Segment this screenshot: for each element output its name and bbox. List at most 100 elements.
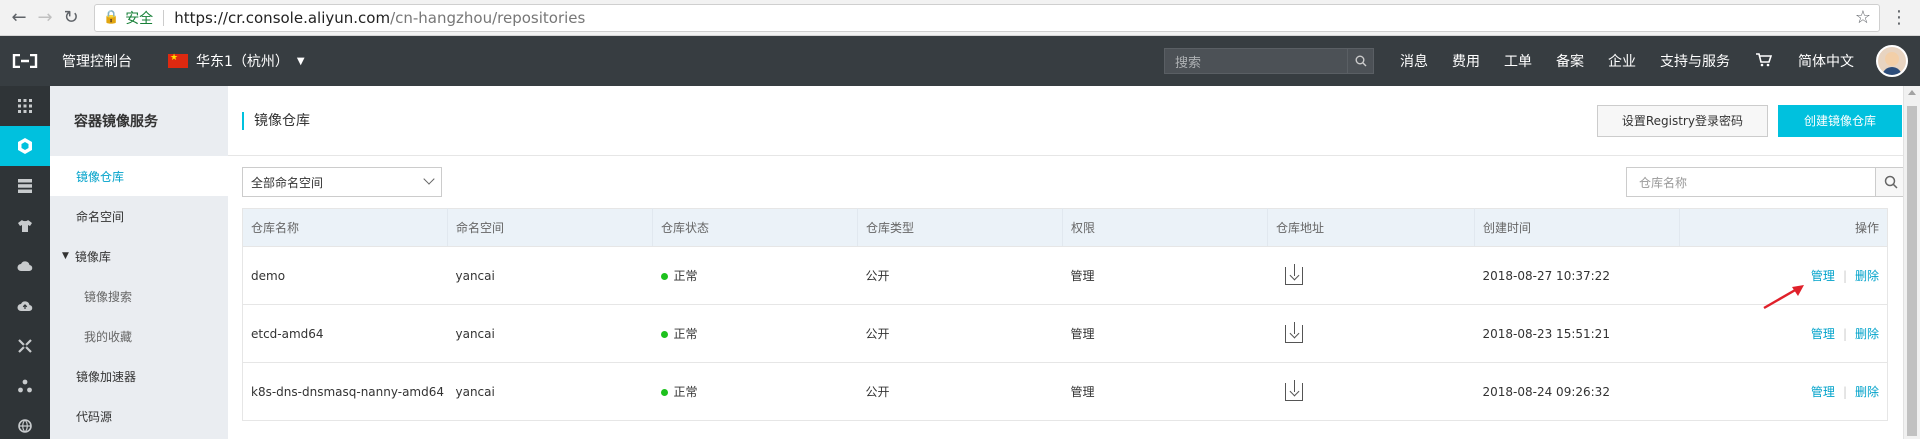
cloud-icon[interactable] [0, 246, 50, 286]
delete-link[interactable]: 删除 [1855, 269, 1879, 283]
page-title: 镜像仓库 [242, 111, 310, 130]
action-divider: | [1842, 269, 1847, 283]
global-search-input[interactable]: 搜索 [1164, 48, 1374, 74]
repo-actions: 管理 | 删除 [1679, 362, 1888, 421]
repo-type: 公开 [857, 246, 1063, 305]
nav-billing[interactable]: 费用 [1440, 51, 1492, 71]
action-divider: | [1842, 385, 1847, 399]
namespace-select-value: 全部命名空间 [251, 175, 324, 190]
bookmark-star-icon[interactable]: ☆ [1855, 7, 1871, 28]
nav-enterprise[interactable]: 企业 [1596, 51, 1648, 71]
col-header-name: 仓库名称 [242, 208, 448, 247]
namespace-select[interactable]: 全部命名空间 [242, 167, 442, 197]
set-registry-password-button[interactable]: 设置Registry登录密码 [1596, 104, 1768, 137]
repo-name: etcd-amd64 [242, 304, 448, 363]
back-icon[interactable]: ← [8, 7, 30, 29]
search-icon[interactable] [1875, 168, 1905, 196]
page-header: 镜像仓库 设置Registry登录密码 创建镜像仓库 [228, 86, 1920, 156]
global-search-placeholder: 搜索 [1175, 55, 1202, 71]
table-header-row: 仓库名称 命名空间 仓库状态 仓库类型 权限 仓库地址 创建时间 操作 [242, 208, 1888, 247]
nav-support[interactable]: 支持与服务 [1648, 51, 1742, 71]
console-title[interactable]: 管理控制台 [62, 51, 132, 71]
repo-address [1267, 304, 1475, 363]
col-header-permission: 权限 [1062, 208, 1268, 247]
repo-permission: 管理 [1062, 362, 1268, 421]
action-divider: | [1842, 327, 1847, 341]
forward-icon[interactable]: → [34, 7, 56, 29]
sidebar-item-favorites[interactable]: 我的收藏 [50, 316, 228, 356]
sidebar-item-image-search[interactable]: 镜像搜索 [50, 276, 228, 316]
col-header-namespace: 命名空间 [447, 208, 653, 247]
browser-toolbar: ← → ↻ 🔒 安全 https://cr.console.aliyun.com… [0, 0, 1920, 36]
service-sidebar: 容器镜像服务 镜像仓库 命名空间 ▼ 镜像库 镜像搜索 我的收藏 镜像加速器 代… [50, 86, 228, 439]
sidebar-item-accelerator[interactable]: 镜像加速器 [50, 356, 228, 396]
grid-icon[interactable] [0, 86, 50, 126]
repo-type: 公开 [857, 362, 1063, 421]
cloud-upload-icon[interactable] [0, 286, 50, 326]
col-header-type: 仓库类型 [857, 208, 1063, 247]
repo-address [1267, 246, 1475, 305]
status-ok-dot [660, 331, 668, 338]
download-icon[interactable] [1284, 321, 1303, 343]
sidebar-group-label: 镜像库 [74, 249, 111, 264]
region-selector[interactable]: 华东1（杭州） ▼ [168, 51, 305, 71]
repo-status: 正常 [652, 304, 858, 363]
table-row: etcd-amd64 yancai 正常 公开 管理 2018-08-23 15… [242, 304, 1888, 363]
address-bar[interactable]: 🔒 安全 https://cr.console.aliyun.com/cn-ha… [94, 3, 1880, 32]
language-switch[interactable]: 简体中文 [1786, 51, 1866, 71]
cluster-icon[interactable] [0, 366, 50, 406]
database-icon[interactable] [0, 166, 50, 206]
repository-search-placeholder: 仓库名称 [1639, 175, 1688, 190]
repo-status-label: 正常 [673, 327, 698, 341]
filter-bar: 全部命名空间 仓库名称 [228, 156, 1920, 208]
caret-down-icon: ▼ [296, 55, 305, 67]
nav-messages[interactable]: 消息 [1388, 51, 1440, 71]
sidebar-item-namespaces[interactable]: 命名空间 [50, 196, 228, 236]
container-registry-icon[interactable] [0, 126, 50, 166]
scroll-up-arrow-icon[interactable] [1908, 90, 1916, 95]
repo-actions: 管理 | 删除 [1679, 304, 1888, 363]
repository-search-input[interactable]: 仓库名称 [1626, 167, 1906, 197]
annotation-arrow-icon [1763, 285, 1804, 310]
download-icon[interactable] [1284, 379, 1303, 401]
status-ok-dot [660, 273, 668, 280]
url-host: https://cr.console.aliyun.com [174, 8, 391, 27]
aliyun-logo-icon[interactable] [0, 36, 50, 86]
manage-link[interactable]: 管理 [1811, 327, 1835, 341]
repository-table: 仓库名称 命名空间 仓库状态 仓库类型 权限 仓库地址 创建时间 操作 demo… [242, 208, 1888, 421]
console-topnav: 管理控制台 华东1（杭州） ▼ 搜索 消息 费用 工单 备案 企业 支持与服务 … [0, 36, 1920, 86]
sidebar-group-image-library[interactable]: ▼ 镜像库 [50, 236, 228, 276]
col-header-created: 创建时间 [1474, 208, 1680, 247]
sidebar-item-repositories[interactable]: 镜像仓库 [50, 156, 228, 196]
main-content: 镜像仓库 设置Registry登录密码 创建镜像仓库 全部命名空间 仓库名称 仓… [228, 86, 1920, 439]
create-repository-button[interactable]: 创建镜像仓库 [1777, 104, 1902, 137]
manage-link[interactable]: 管理 [1811, 385, 1835, 399]
reload-icon[interactable]: ↻ [60, 7, 82, 29]
page-scrollbar[interactable] [1903, 86, 1920, 439]
delete-link[interactable]: 删除 [1855, 385, 1879, 399]
table-row: demo yancai 正常 公开 管理 2018-08-27 10:37:22… [242, 246, 1888, 305]
user-avatar[interactable] [1876, 45, 1908, 77]
repo-namespace: yancai [447, 304, 653, 363]
browser-menu-icon[interactable]: ⋮ [1886, 7, 1912, 28]
download-icon[interactable] [1284, 263, 1303, 285]
nav-icp[interactable]: 备案 [1544, 51, 1596, 71]
repo-created: 2018-08-24 09:26:32 [1474, 362, 1680, 421]
caret-down-icon: ▼ [62, 251, 69, 261]
secure-label: 安全 [125, 10, 154, 27]
delete-link[interactable]: 删除 [1855, 327, 1879, 341]
chevron-down-icon [423, 173, 435, 185]
globe-icon[interactable] [0, 406, 50, 446]
search-icon[interactable] [1347, 49, 1373, 73]
sidebar-item-code-source[interactable]: 代码源 [50, 396, 228, 436]
shirt-icon[interactable] [0, 206, 50, 246]
manage-link[interactable]: 管理 [1811, 269, 1835, 283]
col-header-status: 仓库状态 [652, 208, 858, 247]
repo-created: 2018-08-27 10:37:22 [1474, 246, 1680, 305]
scrollbar-thumb[interactable] [1907, 106, 1917, 436]
col-header-address: 仓库地址 [1267, 208, 1475, 247]
cart-icon[interactable] [1742, 52, 1786, 71]
tools-icon[interactable] [0, 326, 50, 366]
repo-namespace: yancai [447, 246, 653, 305]
nav-tickets[interactable]: 工单 [1492, 51, 1544, 71]
